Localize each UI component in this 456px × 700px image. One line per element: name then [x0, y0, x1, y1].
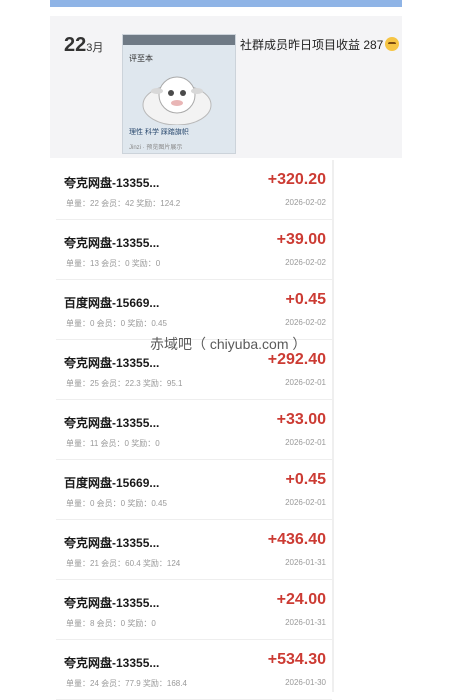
record-name: 百度网盘-15669... [64, 476, 160, 490]
thumb-header [123, 35, 235, 45]
post-title: 社群成员昨日项目收益 287 [240, 38, 384, 52]
list-item[interactable]: 夸克网盘-13355... +33.00 单量：11 会员：0 奖励：0 202… [56, 400, 332, 460]
record-date: 2026-02-02 [285, 318, 326, 327]
record-meta: 单量：11 会员：0 奖励：0 [66, 439, 160, 448]
list-item[interactable]: 百度网盘-15669... +0.45 单量：0 会员：0 奖励：0.45 20… [56, 280, 332, 340]
record-date: 2026-02-02 [285, 198, 326, 207]
list-item[interactable]: 百度网盘-15669... +0.45 单量：0 会员：0 奖励：0.45 20… [56, 460, 332, 520]
record-amount: +39.00 [276, 231, 326, 248]
thumb-label: 评至本 [129, 54, 153, 63]
record-date: 2026-01-31 [285, 618, 326, 627]
thumb-caption: 理性 科学 踩踏旗帜 [129, 129, 189, 136]
list-item[interactable]: 夸克网盘-13355... +24.00 单量：8 会员：0 奖励：0 2026… [56, 580, 332, 640]
record-meta: 单量：8 会员：0 奖励：0 [66, 619, 156, 628]
record-date: 2026-02-01 [285, 438, 326, 447]
record-meta: 单量：13 会员：0 奖励：0 [66, 259, 161, 268]
record-date: 2026-01-30 [285, 678, 326, 687]
earnings-list: 夸克网盘-13355... +320.20 单量：22 会员：42 奖励：124… [56, 160, 332, 700]
top-accent-bar [50, 0, 402, 7]
post-date: 223月 [64, 34, 103, 57]
record-amount: +436.40 [267, 531, 326, 548]
record-name: 夸克网盘-13355... [64, 176, 160, 190]
record-date: 2026-02-01 [285, 378, 326, 387]
record-meta: 单量：21 会员：60.4 奖励：124 [66, 559, 181, 568]
record-amount: +534.30 [267, 651, 326, 668]
record-meta: 单量：0 会员：0 奖励：0.45 [66, 499, 167, 508]
record-name: 夸克网盘-13355... [64, 356, 160, 370]
moments-post: 223月 评至本 理性 科学 踩踏旗帜 Jinzi · 预览图片展示 社群成员昨… [50, 16, 402, 158]
list-right-border [332, 160, 334, 692]
sheep-illustration-icon [142, 76, 212, 125]
record-name: 夸克网盘-13355... [64, 536, 160, 550]
record-amount: +320.20 [267, 171, 326, 188]
thumb-footer: Jinzi · 预览图片展示 [129, 145, 183, 151]
list-item[interactable]: 夸克网盘-13355... +320.20 单量：22 会员：42 奖励：124… [56, 160, 332, 220]
list-item[interactable]: 夸克网盘-13355... +534.30 单量：24 会员：77.9 奖励：1… [56, 640, 332, 700]
watermark-text: 赤域吧（ chiyuba.com ） [150, 336, 307, 352]
list-item[interactable]: 夸克网盘-13355... +436.40 单量：21 会员：60.4 奖励：1… [56, 520, 332, 580]
post-text: 社群成员昨日项目收益 287 [240, 36, 400, 53]
post-month: 3月 [86, 42, 104, 54]
record-date: 2026-01-31 [285, 558, 326, 567]
record-date: 2026-02-01 [285, 498, 326, 507]
record-meta: 单量：22 会员：42 奖励：124.2 [66, 199, 181, 208]
record-meta: 单量：25 会员：22.3 奖励：95.1 [66, 379, 183, 388]
record-date: 2026-02-02 [285, 258, 326, 267]
record-amount: +0.45 [285, 291, 326, 308]
record-name: 夸克网盘-13355... [64, 596, 160, 610]
record-name: 夸克网盘-13355... [64, 236, 160, 250]
record-meta: 单量：24 会员：77.9 奖励：168.4 [66, 679, 187, 688]
record-amount: +24.00 [276, 591, 326, 608]
record-amount: +33.00 [276, 411, 326, 428]
record-name: 夸克网盘-13355... [64, 416, 160, 430]
post-image-thumbnail[interactable]: 评至本 理性 科学 踩踏旗帜 Jinzi · 预览图片展示 [122, 34, 236, 154]
grimacing-face-icon [385, 37, 400, 51]
record-amount: +0.45 [285, 471, 326, 488]
list-item[interactable]: 夸克网盘-13355... +39.00 单量：13 会员：0 奖励：0 202… [56, 220, 332, 280]
record-name: 百度网盘-15669... [64, 296, 160, 310]
record-name: 夸克网盘-13355... [64, 656, 160, 670]
record-meta: 单量：0 会员：0 奖励：0.45 [66, 319, 167, 328]
post-day: 22 [64, 34, 87, 56]
